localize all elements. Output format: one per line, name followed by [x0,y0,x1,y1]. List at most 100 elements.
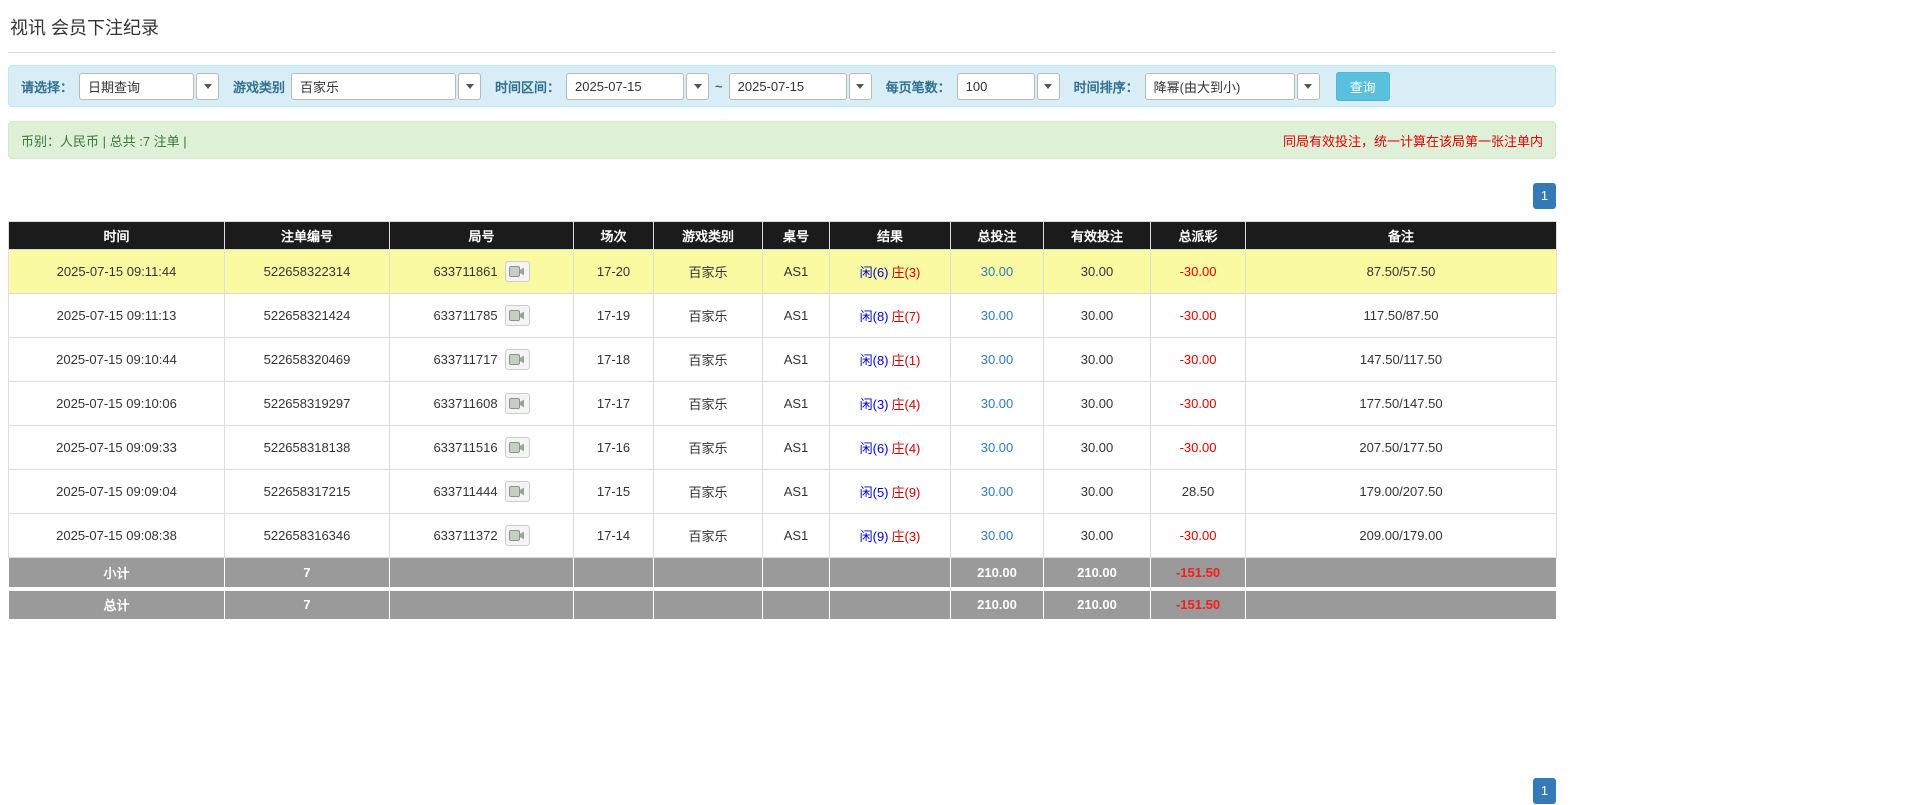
query-type-dropdown-button[interactable] [196,72,220,100]
cell-valid-bet: 30.00 [1043,425,1151,470]
cell-valid-bet: 30.00 [1043,469,1151,514]
empty-cell [1245,586,1557,620]
time-range-label: 时间区间： [495,79,561,95]
date-to-dropdown-button[interactable] [848,72,872,100]
game-type-dropdown-button[interactable] [458,72,482,100]
query-type-input[interactable] [79,72,195,100]
total-total-bet: 210.00 [950,586,1044,620]
column-header: 总派彩 [1150,221,1246,250]
page-size-dropdown-button[interactable] [1036,72,1060,100]
records-table: 时间 注单编号 局号 场次 游戏类别 桌号 结果 总投注 有效投注 总派彩 备注 2025-07-1… [8,221,1557,620]
cell-session: 17-19 [573,293,654,338]
cell-time: 2025-07-15 09:11:13 [8,293,225,338]
cell-game-type: 百家乐 [653,381,763,426]
date-from-input[interactable] [566,72,685,100]
valid-bet-note-text: 同局有效投注，统一计算在该局第一张注单内 [1282,133,1543,149]
cell-total-bet[interactable]: 30.00 [950,425,1044,470]
caret-down-icon [203,83,212,89]
cell-total-bet[interactable]: 30.00 [950,337,1044,382]
empty-cell [573,586,654,620]
cell-table-id: AS1 [762,381,830,426]
cell-round: 633711372 [389,513,574,558]
cell-total-bet[interactable]: 30.00 [950,469,1044,514]
sort-input[interactable] [1144,72,1295,100]
empty-cell [389,586,574,620]
cell-table-id: AS1 [762,249,830,294]
round-id: 633711444 [433,484,498,499]
cell-total-bet[interactable]: 30.00 [950,381,1044,426]
page-size-input[interactable] [956,72,1035,100]
page-button[interactable]: 1 [1533,183,1556,209]
cell-result: 闲(8) 庄(7) [829,293,951,338]
date-from-dropdown-button[interactable] [686,72,710,100]
date-to-input[interactable] [728,72,847,100]
page-container: 视讯 会员下注纪录 请选择： 游戏类别 时间区间： ~ 每页笔数： 时间排序： [0,0,1564,804]
cell-remark: 177.50/147.50 [1245,381,1557,426]
round-id: 633711785 [433,308,498,323]
table-row: 2025-07-15 09:11:44 522658322314 6337118… [8,249,1557,294]
video-replay-button[interactable] [504,261,530,282]
result-player: 闲(3) [859,397,889,412]
cell-total-bet[interactable]: 30.00 [950,293,1044,338]
video-replay-button[interactable] [504,525,530,546]
empty-cell [829,557,951,589]
cell-bet-id: 522658321424 [224,293,390,338]
sort-dropdown-button[interactable] [1296,72,1320,100]
select-label: 请选择： [21,79,74,95]
cell-total-bet[interactable]: 30.00 [950,249,1044,294]
column-header: 场次 [573,221,654,250]
video-replay-button[interactable] [504,305,530,326]
page-size-label: 每页笔数： [885,79,951,95]
video-replay-button[interactable] [504,481,530,502]
video-replay-button[interactable] [504,349,530,370]
cell-result: 闲(8) 庄(1) [829,337,951,382]
result-banker: 庄(3) [891,265,921,280]
cell-result: 闲(3) 庄(4) [829,381,951,426]
video-replay-button[interactable] [504,437,530,458]
cell-round: 633711608 [389,381,574,426]
cell-total-bet[interactable]: 30.00 [950,513,1044,558]
cell-round: 633711717 [389,337,574,382]
cell-payout: -30.00 [1150,337,1246,382]
date-to-picker [728,72,872,100]
subtotal-row: 小计 7 210.00 210.00 -151.50 [8,557,1557,589]
cell-remark: 147.50/117.50 [1245,337,1557,382]
column-header: 结果 [829,221,951,250]
search-button[interactable]: 查询 [1335,71,1390,101]
caret-down-icon [1304,83,1313,89]
video-replay-button[interactable] [504,393,530,414]
table-row: 2025-07-15 09:10:44 522658320469 6337117… [8,337,1557,382]
page-button[interactable]: 1 [1533,778,1556,804]
cell-bet-id: 522658320469 [224,337,390,382]
query-type-select [79,72,220,100]
cell-table-id: AS1 [762,513,830,558]
subtotal-payout: -151.50 [1150,557,1246,589]
result-player: 闲(6) [859,265,889,280]
column-header: 时间 [8,221,225,250]
game-type-input[interactable] [291,72,457,100]
result-banker: 庄(1) [891,353,921,368]
result-player: 闲(8) [859,309,889,324]
cell-table-id: AS1 [762,469,830,514]
video-replay-icon [509,398,525,409]
video-replay-icon [509,530,525,541]
filter-bar: 请选择： 游戏类别 时间区间： ~ 每页笔数： 时间排序： [8,65,1556,107]
page-size-select [956,72,1060,100]
cell-session: 17-14 [573,513,654,558]
cell-payout: -30.00 [1150,249,1246,294]
cell-session: 17-17 [573,381,654,426]
cell-valid-bet: 30.00 [1043,513,1151,558]
cell-game-type: 百家乐 [653,513,763,558]
cell-game-type: 百家乐 [653,425,763,470]
cell-session: 17-15 [573,469,654,514]
column-header: 有效投注 [1043,221,1151,250]
pagination-bottom: 1 [8,778,1556,804]
cell-bet-id: 522658322314 [224,249,390,294]
total-count: 7 [224,586,390,620]
cell-remark: 179.00/207.50 [1245,469,1557,514]
video-replay-icon [509,442,525,453]
cell-round: 633711516 [389,425,574,470]
result-banker: 庄(4) [891,441,921,456]
cell-result: 闲(6) 庄(4) [829,425,951,470]
caret-down-icon [856,83,865,89]
